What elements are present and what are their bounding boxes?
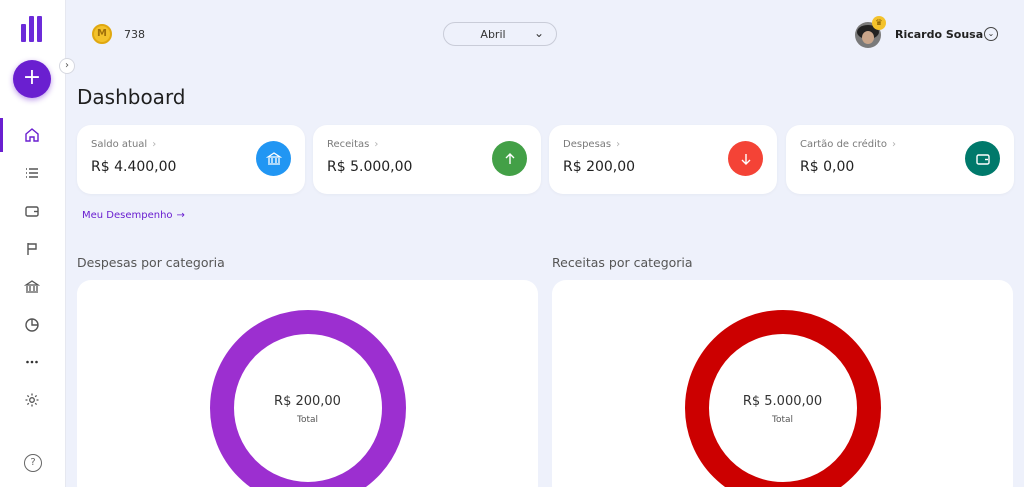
card-receitas[interactable]: Receitas › R$ 5.000,00	[313, 125, 541, 194]
sidebar-collapse-chevron-icon[interactable]: ›	[59, 58, 75, 74]
home-icon[interactable]	[22, 125, 42, 145]
arrow-right-icon: →	[176, 210, 185, 221]
income-donut-chart	[685, 310, 881, 487]
transactions-list-icon[interactable]	[22, 163, 42, 183]
chevron-right-icon: ›	[616, 139, 621, 150]
pie-chart-icon[interactable]	[22, 315, 42, 335]
chevron-right-icon: ›	[152, 139, 157, 150]
month-selector-value: Abril	[480, 28, 506, 41]
bank-icon	[256, 141, 291, 176]
app-logo[interactable]	[21, 16, 42, 42]
donut-total-label: Total	[296, 415, 319, 425]
crown-badge-icon: ♛	[872, 16, 886, 30]
wallet-icon	[965, 141, 1000, 176]
expenses-by-category-title: Despesas por categoria	[77, 255, 225, 270]
performance-link-label: Meu Desempenho	[82, 210, 173, 221]
expenses-chart-panel: R$ 200,00 Total	[77, 280, 538, 487]
chevron-right-icon: ›	[891, 139, 896, 150]
month-selector[interactable]: Abril ⌄	[443, 22, 557, 46]
chevron-down-icon: ⌄	[533, 26, 544, 40]
nav-active-indicator	[0, 118, 3, 152]
sidebar: + ?	[0, 0, 66, 487]
card-saldo-atual[interactable]: Saldo atual › R$ 4.400,00	[77, 125, 305, 194]
card-label: Cartão de crédito	[800, 139, 887, 150]
donut-total-value: R$ 200,00	[274, 394, 341, 409]
card-value: R$ 0,00	[800, 159, 855, 175]
more-icon[interactable]	[22, 352, 42, 372]
settings-gear-icon[interactable]	[22, 390, 42, 410]
arrow-down-icon	[728, 141, 763, 176]
add-transaction-button[interactable]: +	[13, 60, 51, 98]
donut-total-label: Total	[771, 415, 794, 425]
wallet-icon[interactable]	[22, 201, 42, 221]
page-title: Dashboard	[77, 85, 186, 109]
bank-icon[interactable]	[22, 277, 42, 297]
card-cartao-de-credito[interactable]: Cartão de crédito › R$ 0,00	[786, 125, 1014, 194]
card-value: R$ 4.400,00	[91, 159, 177, 175]
user-menu-chevron-icon[interactable]: ⌄	[984, 27, 998, 41]
card-label: Saldo atual	[91, 139, 148, 150]
card-despesas[interactable]: Despesas › R$ 200,00	[549, 125, 777, 194]
card-label: Receitas	[327, 139, 370, 150]
help-icon[interactable]: ?	[24, 454, 42, 472]
user-name[interactable]: Ricardo Sousa	[895, 28, 983, 41]
chevron-right-icon: ›	[374, 139, 379, 150]
card-value: R$ 5.000,00	[327, 159, 413, 175]
card-value: R$ 200,00	[563, 159, 636, 175]
donut-total-value: R$ 5.000,00	[742, 394, 823, 409]
performance-link[interactable]: Meu Desempenho →	[82, 210, 185, 221]
income-by-category-title: Receitas por categoria	[552, 255, 693, 270]
expenses-donut-chart	[210, 310, 406, 487]
card-label: Despesas	[563, 139, 612, 150]
arrow-up-icon	[492, 141, 527, 176]
income-chart-panel: R$ 5.000,00 Total	[552, 280, 1013, 487]
flag-icon[interactable]	[22, 239, 42, 259]
coin-count: 738	[124, 28, 145, 41]
coin-icon: M	[92, 24, 112, 44]
